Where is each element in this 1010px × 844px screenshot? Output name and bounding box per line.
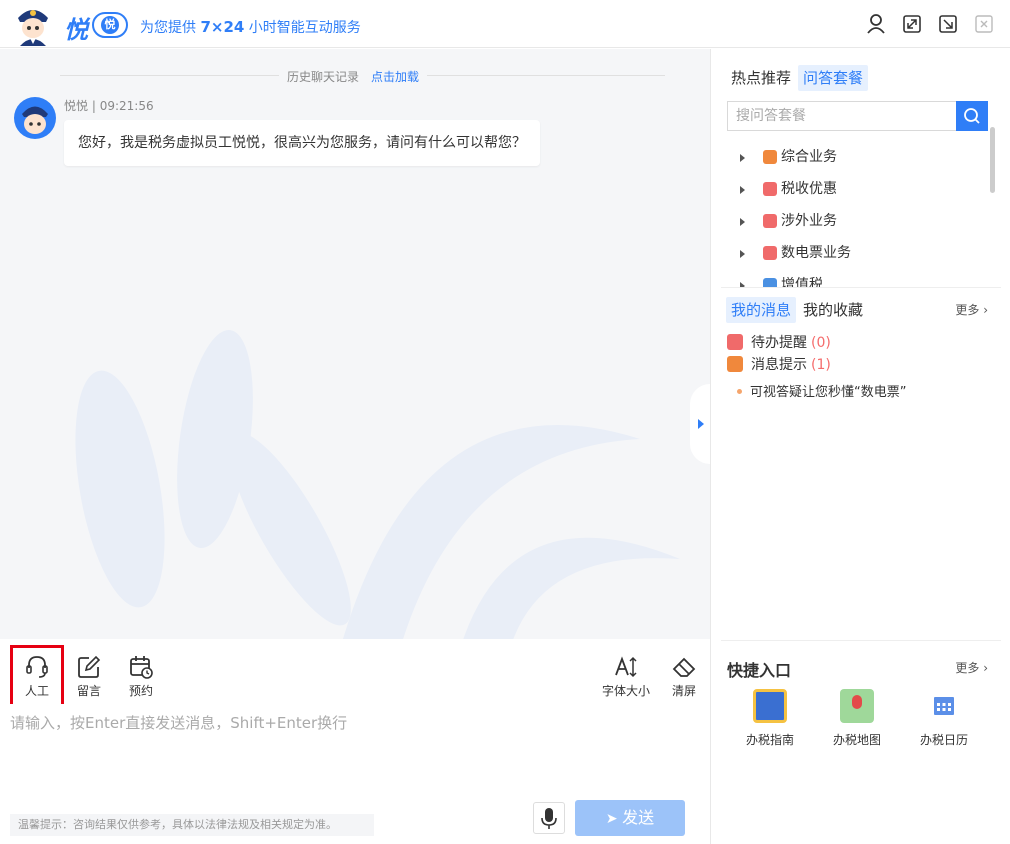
clock-icon xyxy=(727,334,743,350)
notice-reminder[interactable]: 消息提示 (1) xyxy=(727,355,831,375)
font-size-button[interactable]: 字体大小 xyxy=(600,654,652,699)
divider xyxy=(721,640,1001,641)
quick-tax-calendar[interactable]: 办税日历 xyxy=(909,685,979,748)
tree-scrollbar[interactable] xyxy=(990,127,995,193)
collapse-panel-tab[interactable] xyxy=(690,384,710,464)
tree-item[interactable]: 数电票业务 xyxy=(727,237,989,269)
tab-my-messages[interactable]: 我的消息 xyxy=(726,297,797,323)
brand-name: 悦 xyxy=(64,16,88,44)
qa-search-input[interactable] xyxy=(727,101,956,131)
title-bar: 悦 悦 为您提供 7×24 小时智能互动服务 xyxy=(0,0,1010,48)
fullscreen-icon[interactable] xyxy=(901,13,923,35)
expand-arrow-icon xyxy=(740,186,745,194)
message-tabs: 我的消息 我的收藏 xyxy=(726,297,870,323)
tab-qa-package[interactable]: 问答套餐 xyxy=(798,65,869,91)
search-button[interactable] xyxy=(956,101,988,131)
tab-hot-recommend[interactable]: 热点推荐 xyxy=(726,65,796,91)
quick-access-title: 快捷入口 xyxy=(727,661,792,680)
history-bar: 历史聊天记录 点击加载 xyxy=(279,68,428,85)
highlight-box xyxy=(10,645,64,709)
bot-message-bubble: 您好，我是税务虚拟员工悦悦，很高兴为您服务，请问有什么可以帮您？ xyxy=(64,120,540,166)
tree-item[interactable]: 税收优惠 xyxy=(727,173,989,205)
microphone-icon xyxy=(541,808,557,829)
bulb-icon xyxy=(727,356,743,372)
brand-badge: 悦 xyxy=(92,12,128,38)
todo-reminder[interactable]: 待办提醒 (0) xyxy=(727,333,831,353)
wheat-watermark xyxy=(75,329,680,639)
side-panel: 热点推荐问答套餐 综合业务 税收优惠 涉外业务 数电票业务 增值税 我的消息我的… xyxy=(710,49,1010,844)
collapse-arrow-icon xyxy=(698,419,704,429)
notice-item[interactable]: 可视答疑让您秒懂“数电票” xyxy=(737,381,906,400)
message-meta: 悦悦 | 09:21:56 xyxy=(64,99,154,113)
qa-category-tree: 综合业务 税收优惠 涉外业务 数电票业务 增值税 xyxy=(727,141,989,287)
clear-screen-button[interactable]: 清屏 xyxy=(664,654,704,699)
quick-more-link[interactable]: 更多 › xyxy=(955,659,988,676)
bullet-dot xyxy=(737,389,742,394)
category-icon xyxy=(763,182,777,196)
disclaimer-tip: 温馨提示：咨询结果仅供参考，具体以法律法规及相关规定为准。 xyxy=(10,814,374,836)
leave-message-button[interactable]: 留言 xyxy=(69,654,109,699)
slogan: 为您提供 7×24 小时智能互动服务 xyxy=(140,18,361,36)
divider xyxy=(721,287,1001,288)
send-icon: ➤ xyxy=(605,810,618,826)
category-icon xyxy=(763,246,777,260)
category-icon xyxy=(763,150,777,164)
category-icon xyxy=(763,278,777,287)
category-icon xyxy=(763,214,777,228)
tab-my-favorites[interactable]: 我的收藏 xyxy=(798,297,868,323)
chat-panel: 历史聊天记录 点击加载 悦悦 | 09:21:56 您好，我是税务虚拟员工悦悦，很… xyxy=(0,49,710,639)
tax-map-icon xyxy=(840,689,874,723)
search-icon xyxy=(964,108,980,124)
send-button[interactable]: ➤ 发送 xyxy=(575,800,685,836)
edit-icon xyxy=(78,655,101,678)
messages-more-link[interactable]: 更多 › xyxy=(955,301,988,318)
tax-calendar-icon xyxy=(927,689,961,723)
expand-arrow-icon xyxy=(740,218,745,226)
eraser-icon xyxy=(672,657,696,677)
load-history-link[interactable]: 点击加载 xyxy=(371,70,419,84)
minimize-window-icon[interactable] xyxy=(937,13,959,35)
expand-arrow-icon xyxy=(740,250,745,258)
assistant-logo-avatar xyxy=(18,10,48,46)
voice-input-button[interactable] xyxy=(533,802,565,834)
font-size-icon xyxy=(615,656,637,678)
quick-tax-guide[interactable]: 办税指南 xyxy=(735,685,805,748)
bot-avatar xyxy=(14,97,56,139)
history-label: 历史聊天记录 xyxy=(287,70,360,84)
tax-guide-icon xyxy=(753,689,787,723)
tree-item[interactable]: 增值税 xyxy=(727,269,989,287)
appointment-button[interactable]: 预约 xyxy=(121,654,161,699)
close-icon[interactable] xyxy=(973,13,995,35)
tree-item[interactable]: 综合业务 xyxy=(727,141,989,173)
quick-tax-map[interactable]: 办税地图 xyxy=(822,685,892,748)
user-icon[interactable] xyxy=(865,13,887,35)
message-input[interactable] xyxy=(10,712,690,792)
calendar-clock-icon xyxy=(130,656,153,679)
chat-toolbar: 人工 留言 预约 字体大小 清屏 xyxy=(0,640,710,704)
composer: 温馨提示：咨询结果仅供参考，具体以法律法规及相关规定为准。 ➤ 发送 xyxy=(0,704,710,844)
expand-arrow-icon xyxy=(740,154,745,162)
recommend-tabs: 热点推荐 问答套餐 xyxy=(726,65,870,91)
tree-item[interactable]: 涉外业务 xyxy=(727,205,989,237)
